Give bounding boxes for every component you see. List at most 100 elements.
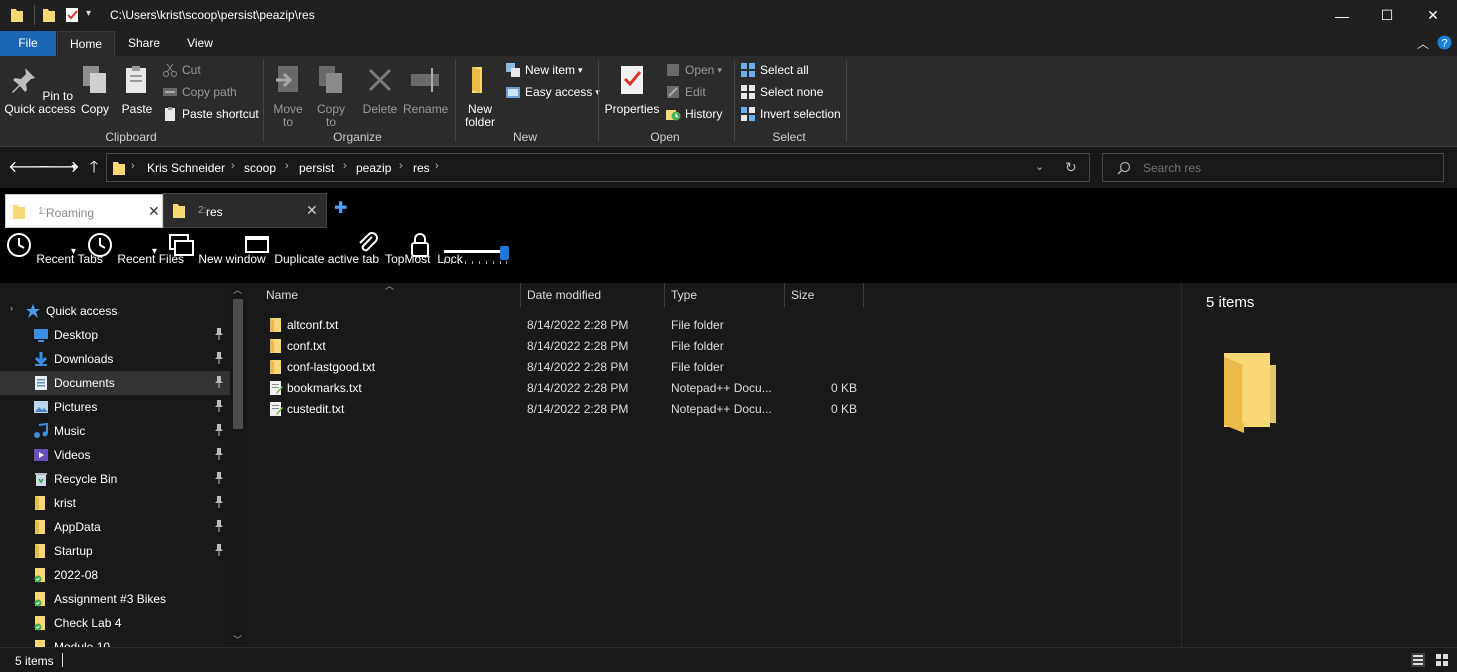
sidebar-item-krist[interactable]: krist — [0, 491, 230, 515]
paste-shortcut-button[interactable]: Paste shortcut — [162, 104, 259, 124]
breadcrumb-separator-icon[interactable]: › — [131, 160, 135, 172]
pin-quick-access-button[interactable]: Pin to Quick access — [4, 64, 76, 116]
breadcrumb-persist[interactable]: persist — [299, 161, 334, 175]
paste-button[interactable]: Paste — [118, 64, 156, 116]
pin-icon[interactable] — [214, 328, 224, 340]
up-arrow-icon[interactable]: 🡑 — [83, 157, 105, 179]
pin-icon[interactable] — [214, 520, 224, 532]
new-folder-quick-icon[interactable] — [42, 7, 56, 23]
folder-tab-roaming[interactable]: 1: Roaming ✕ — [5, 194, 163, 228]
close-tab-icon[interactable]: ✕ — [148, 203, 160, 220]
expand-chevron-icon[interactable]: › — [10, 303, 13, 313]
sidebar-item-module-10[interactable]: Module 10 — [0, 635, 230, 647]
sidebar-item-videos[interactable]: Videos — [0, 443, 230, 467]
address-bar[interactable]: › Kris Schneider › scoop › persist › pea… — [106, 153, 1090, 182]
edit-button[interactable]: Edit — [665, 82, 706, 102]
breadcrumb-peazip[interactable]: peazip — [356, 161, 391, 175]
column-header-date-modified[interactable]: Date modified — [521, 283, 665, 307]
history-button[interactable]: History — [665, 104, 722, 124]
slider-thumb[interactable] — [500, 246, 509, 260]
select-none-button[interactable]: Select none — [740, 82, 823, 102]
rename-button[interactable]: Rename — [403, 64, 448, 116]
scroll-up-icon[interactable]: ︿ — [233, 283, 242, 296]
breadcrumb-separator-icon[interactable]: › — [231, 160, 235, 172]
sidebar-item-recycle-bin[interactable]: Recycle Bin — [0, 467, 230, 491]
pin-icon[interactable] — [214, 496, 224, 508]
maximize-button[interactable]: ☐ — [1364, 0, 1410, 31]
properties-button[interactable]: Properties — [603, 64, 661, 116]
new-tab-plus-icon[interactable]: ✚ — [334, 198, 347, 218]
table-row[interactable]: bookmarks.txt 8/14/2022 2:28 PM Notepad++ … — [262, 377, 872, 398]
recent-files-dropdown-icon[interactable]: ▾ — [152, 246, 157, 257]
sidebar-item-check-lab-4[interactable]: Check Lab 4 — [0, 611, 230, 635]
column-header-type[interactable]: Type — [665, 283, 785, 307]
new-folder-button[interactable]: New folder — [460, 64, 500, 129]
close-button[interactable]: ✕ — [1410, 0, 1456, 31]
breadcrumb-separator-icon[interactable]: › — [343, 160, 347, 172]
help-icon[interactable]: ? — [1437, 35, 1452, 50]
pin-icon[interactable] — [214, 352, 224, 364]
table-row[interactable]: conf.txt 8/14/2022 2:28 PM File folder — [262, 335, 872, 356]
open-button[interactable]: Open ▾ — [665, 60, 722, 80]
sidebar-item-desktop[interactable]: Desktop — [0, 323, 230, 347]
breadcrumb-separator-icon[interactable]: › — [285, 160, 289, 172]
pin-icon[interactable] — [214, 400, 224, 412]
sidebar-item-pictures[interactable]: Pictures — [0, 395, 230, 419]
search-input[interactable] — [1143, 159, 1433, 177]
properties-quick-icon[interactable] — [64, 7, 80, 23]
back-arrow-icon[interactable]: 🡐 — [8, 157, 51, 179]
large-icons-view-icon[interactable] — [1435, 653, 1449, 667]
sidebar-item-documents[interactable]: Documents — [0, 371, 230, 395]
minimize-button[interactable]: — — [1319, 0, 1365, 31]
address-dropdown-chevron-icon[interactable]: ⌄ — [1035, 160, 1044, 173]
copy-to-button[interactable]: Copy to — [311, 64, 351, 129]
sidebar-item-quick-access[interactable]: › Quick access — [0, 299, 230, 323]
easy-access-button[interactable]: Easy access ▾ — [505, 82, 600, 102]
breadcrumb-res[interactable]: res — [413, 161, 430, 175]
pin-icon[interactable] — [214, 376, 224, 388]
cut-button[interactable]: Cut — [162, 60, 201, 80]
recent-locations-chevron-icon[interactable]: ▾ — [63, 157, 85, 179]
breadcrumb-scoop[interactable]: scoop — [244, 161, 276, 175]
breadcrumb-separator-icon[interactable]: › — [435, 160, 439, 172]
tab-view[interactable]: View — [174, 31, 226, 56]
invert-selection-button[interactable]: Invert selection — [740, 104, 841, 124]
scroll-down-icon[interactable]: ﹀ — [233, 633, 242, 646]
sidebar-item-appdata[interactable]: AppData — [0, 515, 230, 539]
sidebar-item-downloads[interactable]: Downloads — [0, 347, 230, 371]
customize-quick-access-icon[interactable]: ▾ — [86, 8, 91, 19]
forward-arrow-icon[interactable]: 🡒 — [37, 157, 80, 179]
delete-button[interactable]: Delete — [360, 64, 400, 116]
breadcrumb-separator-icon[interactable]: › — [399, 160, 403, 172]
table-row[interactable]: custedit.txt 8/14/2022 2:28 PM Notepad++ D… — [262, 398, 872, 419]
sidebar-item-startup[interactable]: Startup — [0, 539, 230, 563]
copy-button[interactable]: Copy — [78, 64, 112, 116]
details-view-icon[interactable] — [1411, 653, 1425, 667]
table-row[interactable]: altconf.txt 8/14/2022 2:28 PM File folder — [262, 314, 872, 335]
tab-share[interactable]: Share — [118, 31, 170, 56]
pin-icon[interactable] — [214, 472, 224, 484]
nav-scroll-thumb[interactable] — [233, 299, 243, 429]
column-header-size[interactable]: Size — [785, 283, 864, 307]
move-to-button[interactable]: Move to — [268, 64, 308, 129]
tab-file[interactable]: File — [0, 31, 56, 56]
nav-scrollbar[interactable]: ︿ ﹀ — [230, 283, 246, 647]
refresh-icon[interactable]: ↻ — [1065, 159, 1077, 176]
transparency-slider[interactable] — [442, 246, 510, 266]
search-box[interactable] — [1102, 153, 1444, 182]
close-tab-icon[interactable]: ✕ — [306, 202, 318, 219]
pin-icon[interactable] — [214, 544, 224, 556]
breadcrumb-kris-schneider[interactable]: Kris Schneider — [147, 161, 225, 175]
collapse-ribbon-icon[interactable]: ︿ — [1417, 35, 1429, 52]
select-all-button[interactable]: Select all — [740, 60, 809, 80]
new-item-button[interactable]: New item ▾ — [505, 60, 583, 80]
table-row[interactable]: conf-lastgood.txt 8/14/2022 2:28 PM File f… — [262, 356, 872, 377]
pin-icon[interactable] — [214, 424, 224, 436]
folder-tab-res[interactable]: 2: res ✕ — [163, 193, 327, 228]
sidebar-item-2022-08[interactable]: 2022-08 — [0, 563, 230, 587]
recent-tabs-dropdown-icon[interactable]: ▾ — [71, 246, 76, 257]
sidebar-item-music[interactable]: Music — [0, 419, 230, 443]
tab-home[interactable]: Home — [57, 31, 115, 56]
copy-path-button[interactable]: Copy path — [162, 82, 237, 102]
sidebar-item-assignment-3-bikes[interactable]: Assignment #3 Bikes — [0, 587, 230, 611]
